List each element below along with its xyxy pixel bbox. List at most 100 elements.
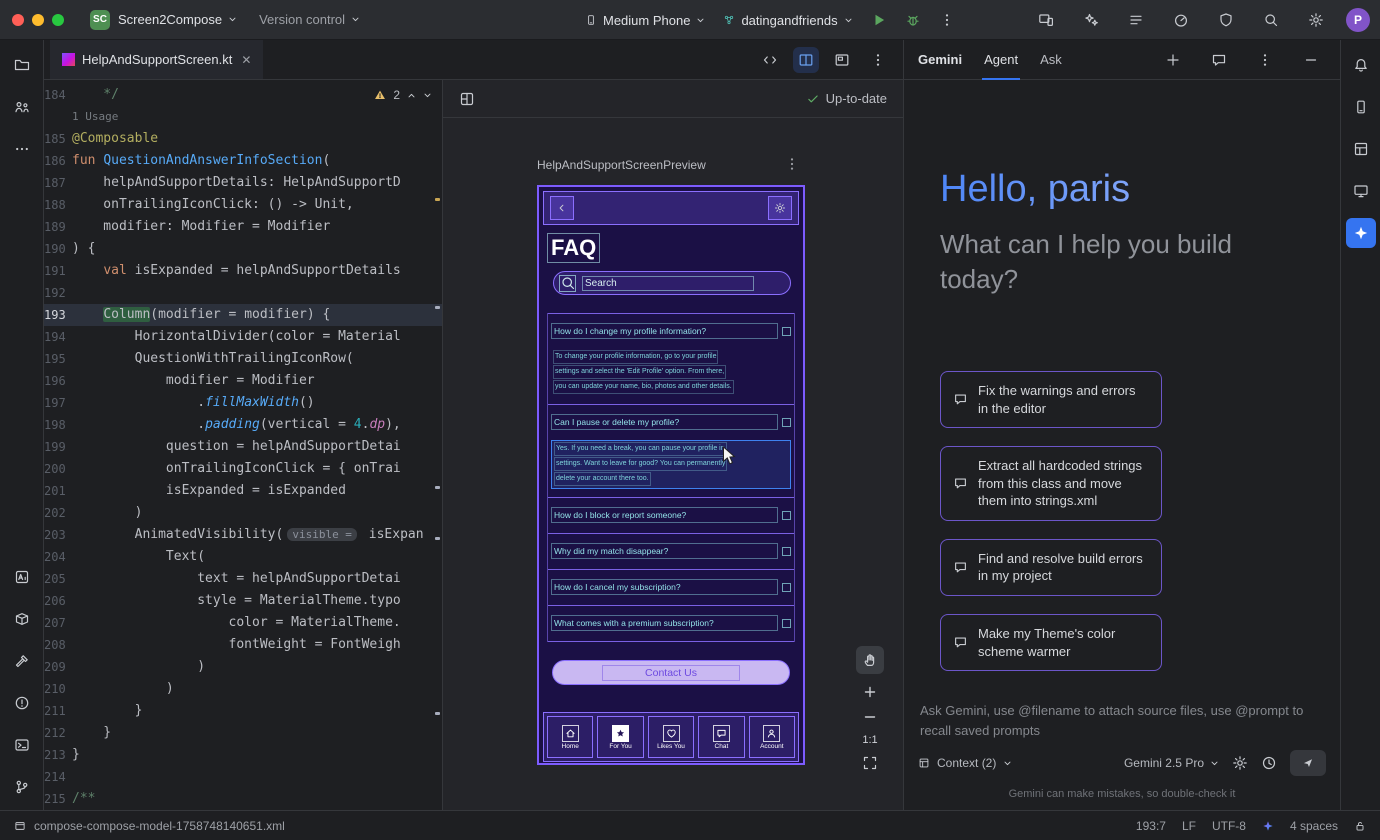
- code-line[interactable]: 198 .padding(vertical = 4.dp),: [44, 414, 442, 436]
- problems-icon[interactable]: [7, 688, 37, 718]
- zoom-in-button[interactable]: [862, 684, 878, 700]
- code-line[interactable]: 1 Usage: [44, 106, 442, 128]
- project-selector[interactable]: Screen2Compose: [118, 12, 237, 27]
- search-icon[interactable]: [1256, 5, 1286, 35]
- code-line[interactable]: 195 QuestionWithTrailingIconRow(: [44, 348, 442, 370]
- zoom-window-button[interactable]: [52, 14, 64, 26]
- indent-setting[interactable]: 4 spaces: [1290, 819, 1338, 833]
- cursor-position[interactable]: 193:7: [1136, 819, 1166, 833]
- debug-button[interactable]: [905, 12, 921, 28]
- code-line[interactable]: 207 color = MaterialTheme.: [44, 612, 442, 634]
- device-selector[interactable]: Medium Phone: [585, 13, 705, 28]
- code-line[interactable]: 211 }: [44, 700, 442, 722]
- build-analyzer-icon[interactable]: [1211, 5, 1241, 35]
- minimize-window-button[interactable]: [32, 14, 44, 26]
- status-file-name[interactable]: compose-compose-model-1758748140651.xml: [34, 819, 285, 833]
- code-line[interactable]: 210 ): [44, 678, 442, 700]
- code-line[interactable]: 187 helpAndSupportDetails: HelpAndSuppor…: [44, 172, 442, 194]
- line-separator[interactable]: LF: [1182, 819, 1196, 833]
- stripe-mark[interactable]: [435, 306, 440, 309]
- run-button[interactable]: [871, 12, 887, 28]
- device-manager-icon[interactable]: [1346, 92, 1376, 122]
- running-devices-icon[interactable]: [1121, 5, 1151, 35]
- gemini-input[interactable]: Ask Gemini, use @filename to attach sour…: [904, 687, 1340, 740]
- suggestion-card[interactable]: Extract all hardcoded strings from this …: [940, 446, 1162, 521]
- pan-tool-button[interactable]: [856, 646, 884, 674]
- zoom-out-button[interactable]: [862, 709, 878, 725]
- device-mirroring-icon[interactable]: [1031, 5, 1061, 35]
- chat-history-icon[interactable]: [1204, 45, 1234, 75]
- suggestion-card[interactable]: Fix the warnings and errors in the edito…: [940, 371, 1162, 428]
- ai-assist-icon[interactable]: [1076, 5, 1106, 35]
- layout-inspector-icon[interactable]: [1346, 134, 1376, 164]
- more-tool-windows-icon[interactable]: [7, 134, 37, 164]
- packages-icon[interactable]: [7, 604, 37, 634]
- stripe-mark[interactable]: [435, 712, 440, 715]
- send-button[interactable]: [1290, 750, 1326, 776]
- suggestion-card[interactable]: Find and resolve build errors in my proj…: [940, 539, 1162, 596]
- code-line[interactable]: 186fun QuestionAndAnswerInfoSection(: [44, 150, 442, 172]
- preview-canvas[interactable]: HelpAndSupportScreenPreview FAQ Search H…: [443, 118, 903, 810]
- code-line[interactable]: 188 onTrailingIconClick: () -> Unit,: [44, 194, 442, 216]
- code-line[interactable]: 215/**: [44, 788, 442, 810]
- gemini-settings-icon[interactable]: [1232, 755, 1248, 771]
- zoom-to-fit-button[interactable]: [862, 755, 878, 771]
- unlock-icon[interactable]: [1354, 820, 1366, 832]
- code-editor[interactable]: 184 */1 Usage185@Composable186fun Questi…: [44, 80, 443, 810]
- code-line[interactable]: 213}: [44, 744, 442, 766]
- history-icon[interactable]: [1261, 755, 1277, 771]
- inspections-widget[interactable]: 2: [374, 88, 432, 102]
- code-line[interactable]: 193 Column(modifier = modifier) {: [44, 304, 442, 326]
- code-line[interactable]: 209 ): [44, 656, 442, 678]
- profiler-icon[interactable]: [1166, 5, 1196, 35]
- code-line[interactable]: 192: [44, 282, 442, 304]
- stripe-mark[interactable]: [435, 486, 440, 489]
- terminal-icon[interactable]: [7, 730, 37, 760]
- editor-more-icon[interactable]: [865, 47, 891, 73]
- code-line[interactable]: 203 AnimatedVisibility(visible = isExpan: [44, 524, 442, 546]
- code-line[interactable]: 194 HorizontalDivider(color = Material: [44, 326, 442, 348]
- code-line[interactable]: 204 Text(: [44, 546, 442, 568]
- close-window-button[interactable]: [12, 14, 24, 26]
- code-line[interactable]: 185@Composable: [44, 128, 442, 150]
- preview-menu-icon[interactable]: [784, 156, 800, 172]
- suggestion-card[interactable]: Make my Theme's color scheme warmer: [940, 614, 1162, 671]
- stripe-mark[interactable]: [435, 198, 440, 201]
- phone-preview[interactable]: FAQ Search How do I change my profile in…: [537, 185, 805, 765]
- code-line[interactable]: 200 onTrailingIconClick = { onTrai: [44, 458, 442, 480]
- version-control-icon[interactable]: [7, 772, 37, 802]
- code-line[interactable]: 214: [44, 766, 442, 788]
- context-selector[interactable]: Context (2): [918, 756, 1012, 770]
- split-view-icon[interactable]: [793, 47, 819, 73]
- code-line[interactable]: 212 }: [44, 722, 442, 744]
- previous-issue-icon[interactable]: [407, 91, 416, 100]
- next-issue-icon[interactable]: [423, 91, 432, 100]
- running-devices-panel-icon[interactable]: [1346, 176, 1376, 206]
- ai-spark-icon[interactable]: [1262, 820, 1274, 832]
- code-line[interactable]: 190) {: [44, 238, 442, 260]
- editor-tab[interactable]: HelpAndSupportScreen.kt ✕: [50, 40, 263, 79]
- code-line[interactable]: 199 question = helpAndSupportDetai: [44, 436, 442, 458]
- code-line[interactable]: 205 text = helpAndSupportDetai: [44, 568, 442, 590]
- notifications-icon[interactable]: [1346, 50, 1376, 80]
- pull-requests-icon[interactable]: [7, 92, 37, 122]
- code-line[interactable]: 208 fontWeight = FontWeigh: [44, 634, 442, 656]
- new-chat-icon[interactable]: [1158, 45, 1188, 75]
- stripe-mark[interactable]: [435, 537, 440, 540]
- build-icon[interactable]: [7, 646, 37, 676]
- window-controls[interactable]: [12, 14, 64, 26]
- file-encoding[interactable]: UTF-8: [1212, 819, 1246, 833]
- more-run-options-icon[interactable]: [939, 12, 955, 28]
- project-folder-icon[interactable]: [7, 50, 37, 80]
- hide-panel-icon[interactable]: [1296, 45, 1326, 75]
- code-line[interactable]: 197 .fillMaxWidth(): [44, 392, 442, 414]
- more-options-icon[interactable]: [1250, 45, 1280, 75]
- code-line[interactable]: 191 val isExpanded = helpAndSupportDetai…: [44, 260, 442, 282]
- logcat-icon[interactable]: [7, 562, 37, 592]
- zoom-actual-button[interactable]: 1:1: [862, 734, 877, 746]
- code-line[interactable]: 206 style = MaterialTheme.typo: [44, 590, 442, 612]
- design-view-icon[interactable]: [829, 47, 855, 73]
- code-line[interactable]: 189 modifier: Modifier = Modifier: [44, 216, 442, 238]
- run-configuration-selector[interactable]: datingandfriends: [723, 13, 852, 28]
- gemini-icon[interactable]: [1346, 218, 1376, 248]
